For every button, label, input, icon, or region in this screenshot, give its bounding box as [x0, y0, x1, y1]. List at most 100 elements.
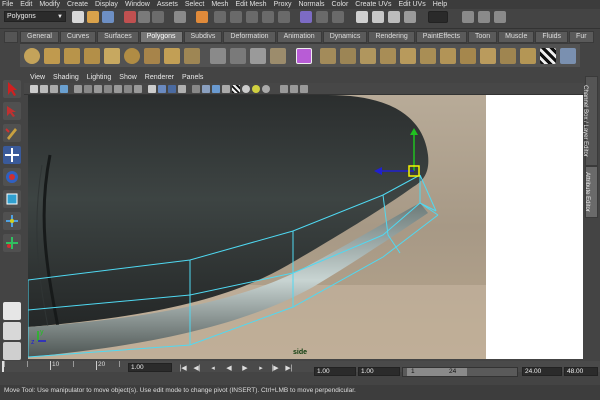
select-by-handle-icon[interactable] [174, 11, 186, 23]
safe-title-icon[interactable] [134, 85, 142, 93]
poly-prism-icon[interactable] [144, 48, 160, 64]
image-plane-icon[interactable] [60, 85, 68, 93]
new-scene-icon[interactable] [72, 11, 84, 23]
input-ops-icon[interactable] [316, 11, 328, 23]
shelf-tab-dynamics[interactable]: Dynamics [322, 31, 368, 43]
offset-edge-loop-icon[interactable] [420, 48, 436, 64]
wireframe-icon[interactable] [148, 85, 156, 93]
field-chart-icon[interactable] [114, 85, 122, 93]
last-tool-icon[interactable] [3, 234, 21, 252]
shelf-tab-subdivs[interactable]: Subdivs [183, 31, 223, 43]
poly-plane-icon[interactable] [104, 48, 120, 64]
camera-attributes-icon[interactable] [40, 85, 48, 93]
menu-modify[interactable]: Modify [39, 1, 60, 8]
separate-icon[interactable] [230, 48, 246, 64]
xray-active-icon[interactable] [300, 85, 308, 93]
panel-menu-panels[interactable]: Panels [182, 74, 203, 81]
xray-icon[interactable] [178, 85, 186, 93]
mirror-geometry-icon[interactable] [270, 48, 286, 64]
output-ops-icon[interactable] [332, 11, 344, 23]
panel-menu-view[interactable]: View [30, 74, 45, 81]
split-polygon-icon[interactable] [380, 48, 396, 64]
open-scene-icon[interactable] [87, 11, 99, 23]
end-time-field[interactable]: 48.00 [564, 367, 598, 376]
menu-mesh[interactable]: Mesh [211, 1, 228, 8]
range-slider-handle[interactable]: 1 24 [407, 368, 467, 376]
show-channel-box-icon[interactable] [462, 11, 474, 23]
select-tool-icon[interactable] [3, 80, 21, 98]
poly-torus-icon[interactable] [124, 48, 140, 64]
textured-icon[interactable] [192, 85, 200, 93]
menu-display[interactable]: Display [95, 1, 118, 8]
hq-render-icon[interactable] [232, 85, 240, 93]
extrude-icon[interactable] [320, 48, 336, 64]
menu-color[interactable]: Color [332, 1, 349, 8]
channel-box-tab[interactable]: Channel Box / Layer Editor [582, 76, 598, 166]
menu-set-dropdown[interactable]: Polygons ▼ [4, 11, 66, 22]
insert-edge-loop-icon[interactable] [400, 48, 416, 64]
menu-proxy[interactable]: Proxy [274, 1, 292, 8]
uv-texture-editor-icon[interactable] [560, 48, 576, 64]
construction-history-icon[interactable] [300, 11, 312, 23]
range-slider[interactable]: 1 24 [402, 367, 518, 377]
shelf-tab-general[interactable]: General [20, 31, 59, 43]
shelf-tab-animation[interactable]: Animation [276, 31, 322, 43]
snap-curve-icon[interactable] [230, 11, 242, 23]
poly-pyramid-icon[interactable] [164, 48, 180, 64]
layout-single-pane-icon[interactable] [3, 302, 21, 320]
panel-menu-lighting[interactable]: Lighting [87, 74, 112, 81]
snap-surface-icon[interactable] [278, 11, 290, 23]
snap-plane-icon[interactable] [262, 11, 274, 23]
render-current-frame-icon[interactable] [372, 11, 384, 23]
safe-action-icon[interactable] [124, 85, 132, 93]
snap-grid-icon[interactable] [214, 11, 226, 23]
attribute-editor-tab[interactable]: Attribute Editor [584, 166, 598, 218]
planar-mapping-icon[interactable] [520, 48, 536, 64]
ipr-render-icon[interactable] [388, 11, 400, 23]
snap-point-icon[interactable] [246, 11, 258, 23]
current-frame-field[interactable]: 1.00 [128, 363, 172, 372]
shelf-tab-curves[interactable]: Curves [59, 31, 97, 43]
shadows-icon[interactable] [212, 85, 220, 93]
shelf-tab-muscle[interactable]: Muscle [498, 31, 535, 43]
depth-of-field-icon[interactable] [262, 85, 270, 93]
poly-cone-icon[interactable] [84, 48, 100, 64]
xray-joints-icon[interactable] [290, 85, 298, 93]
menu-assets[interactable]: Assets [157, 1, 178, 8]
menu-edit[interactable]: Edit [20, 1, 32, 8]
layout-four-pane-icon[interactable] [3, 322, 21, 340]
menu-file[interactable]: File [2, 1, 13, 8]
manipulator-tool-icon[interactable] [3, 212, 21, 230]
merge-icon[interactable] [460, 48, 476, 64]
shelf-tab-toon[interactable]: Toon [467, 31, 498, 43]
move-tool-icon[interactable] [3, 146, 21, 164]
scale-tool-icon[interactable] [3, 190, 21, 208]
combine-icon[interactable] [210, 48, 226, 64]
render-view-icon[interactable] [356, 11, 368, 23]
panel-menu-shading[interactable]: Shading [53, 74, 79, 81]
layout-persp-outliner-icon[interactable] [3, 342, 21, 360]
select-component-icon[interactable] [152, 11, 164, 23]
shelf-tab-surfaces[interactable]: Surfaces [97, 31, 139, 43]
input-field-toggle[interactable] [428, 11, 448, 23]
poly-cylinder-icon[interactable] [64, 48, 80, 64]
fill-hole-icon[interactable] [500, 48, 516, 64]
save-scene-icon[interactable] [102, 11, 114, 23]
shelf-tab-polygons[interactable]: Polygons [139, 31, 183, 43]
playback-end-field[interactable]: 24.00 [522, 367, 562, 376]
shelf-tab-painteffects[interactable]: PaintEffects [415, 31, 467, 43]
wireframe-on-shaded-icon[interactable] [168, 85, 176, 93]
playback-start-field[interactable]: 1.00 [358, 367, 400, 376]
shelf-tab-rendering[interactable]: Rendering [368, 31, 415, 43]
menu-window[interactable]: Window [125, 1, 150, 8]
isolate-view-icon[interactable] [280, 85, 288, 93]
start-time-field[interactable]: 1.00 [314, 367, 356, 376]
panel-menu-show[interactable]: Show [119, 74, 137, 81]
menu-edit-mesh[interactable]: Edit Mesh [235, 1, 266, 8]
rotate-tool-icon[interactable] [3, 168, 21, 186]
select-camera-icon[interactable] [30, 85, 38, 93]
isolate-select-icon[interactable] [222, 85, 230, 93]
poly-pipe-icon[interactable] [184, 48, 200, 64]
menu-normals[interactable]: Normals [298, 1, 324, 8]
bookmark-icon[interactable] [50, 85, 58, 93]
